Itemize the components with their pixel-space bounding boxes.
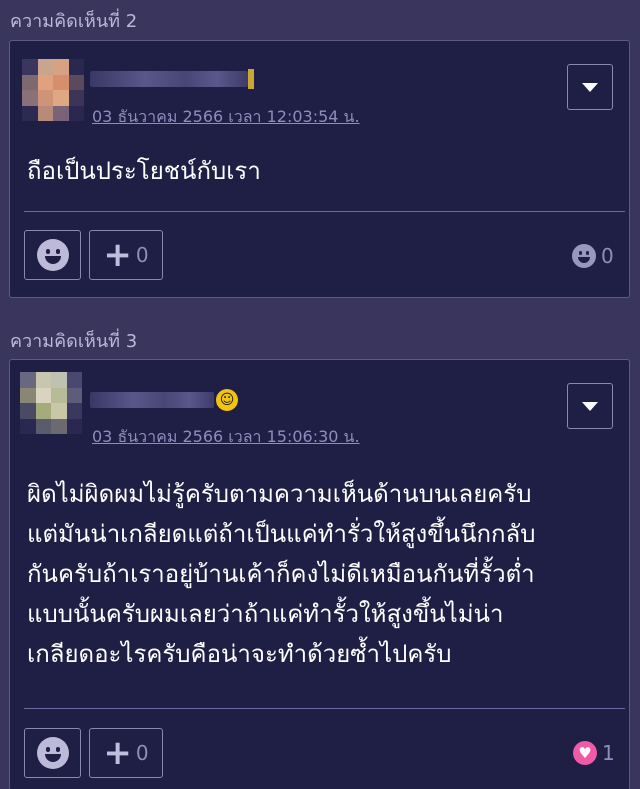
comments-page: ความคิดเห็นที่ 2 03 ธันวาคม 2566 เวลา 12…: [0, 0, 640, 789]
comment-body-line: แต่มันน่าเกลียดแต่ถ้าเป็นแค่ทำรั่วให้สูง…: [27, 520, 536, 548]
emotion-button[interactable]: [24, 728, 81, 778]
avatar[interactable]: [22, 59, 84, 121]
options-dropdown-button[interactable]: [567, 64, 613, 110]
comment-body-line: ผิดไม่ผิดผมไม่รู้ครับตามความเห็นด้านบนเล…: [27, 480, 532, 508]
comment-body-line: เกลียดอะไรครับคือน่าจะทำด้วยซ้ำไปครับ: [27, 640, 452, 668]
username-blurred[interactable]: [90, 71, 248, 87]
reaction-summary[interactable]: 0: [572, 244, 614, 268]
smiley-icon: [36, 737, 69, 769]
reaction-count: 0: [601, 244, 614, 268]
comment-card: 03 ธันวาคม 2566 เวลา 12:03:54 น. ถือเป็น…: [9, 40, 630, 298]
options-dropdown-button[interactable]: [567, 383, 613, 429]
comment-body-line: ถือเป็นประโยชน์กับเรา: [27, 157, 261, 185]
comment-body-line: แบบนั้นครับผมเลยว่าถ้าแค่ทำรั้วให้สูงขึ้…: [27, 600, 504, 628]
avatar[interactable]: [20, 372, 82, 434]
plus-icon: +: [103, 235, 132, 275]
smiley-badge-icon: ☺: [216, 389, 238, 411]
plus-vote-button[interactable]: + 0: [89, 230, 163, 280]
comment-card: ☺ 03 ธันวาคม 2566 เวลา 15:06:30 น. ผิดไม…: [9, 359, 630, 789]
reaction-count: 1: [602, 741, 615, 765]
plus-vote-count: 0: [135, 243, 149, 267]
emotion-button[interactable]: [24, 230, 81, 280]
comment-body: ผิดไม่ผิดผมไม่รู้ครับตามความเห็นด้านบนเล…: [27, 474, 535, 674]
comment-body-line: กันครับถ้าเราอยู่บ้านเค้าก็คงไม่ดีเหมือน…: [27, 560, 535, 588]
chevron-down-icon: [582, 82, 598, 92]
member-badge-icon: [248, 69, 254, 89]
divider: [24, 708, 625, 709]
divider: [24, 211, 625, 212]
heart-icon: ♥: [573, 741, 597, 765]
comment-datetime[interactable]: 03 ธันวาคม 2566 เวลา 12:03:54 น.: [92, 105, 360, 130]
comment-datetime[interactable]: 03 ธันวาคม 2566 เวลา 15:06:30 น.: [92, 425, 360, 450]
comment-body: ถือเป็นประโยชน์กับเรา: [27, 151, 261, 191]
smiley-icon: [36, 239, 69, 271]
reaction-summary[interactable]: ♥ 1: [573, 741, 615, 765]
chevron-down-icon: [582, 401, 598, 411]
username-blurred[interactable]: [90, 392, 214, 408]
plus-icon: +: [103, 733, 132, 773]
plus-vote-count: 0: [135, 741, 149, 765]
neutral-smiley-icon: [572, 244, 596, 268]
comment-number-label: ความคิดเห็นที่ 3: [10, 331, 138, 352]
comment-number-label: ความคิดเห็นที่ 2: [10, 11, 138, 32]
plus-vote-button[interactable]: + 0: [89, 728, 163, 778]
